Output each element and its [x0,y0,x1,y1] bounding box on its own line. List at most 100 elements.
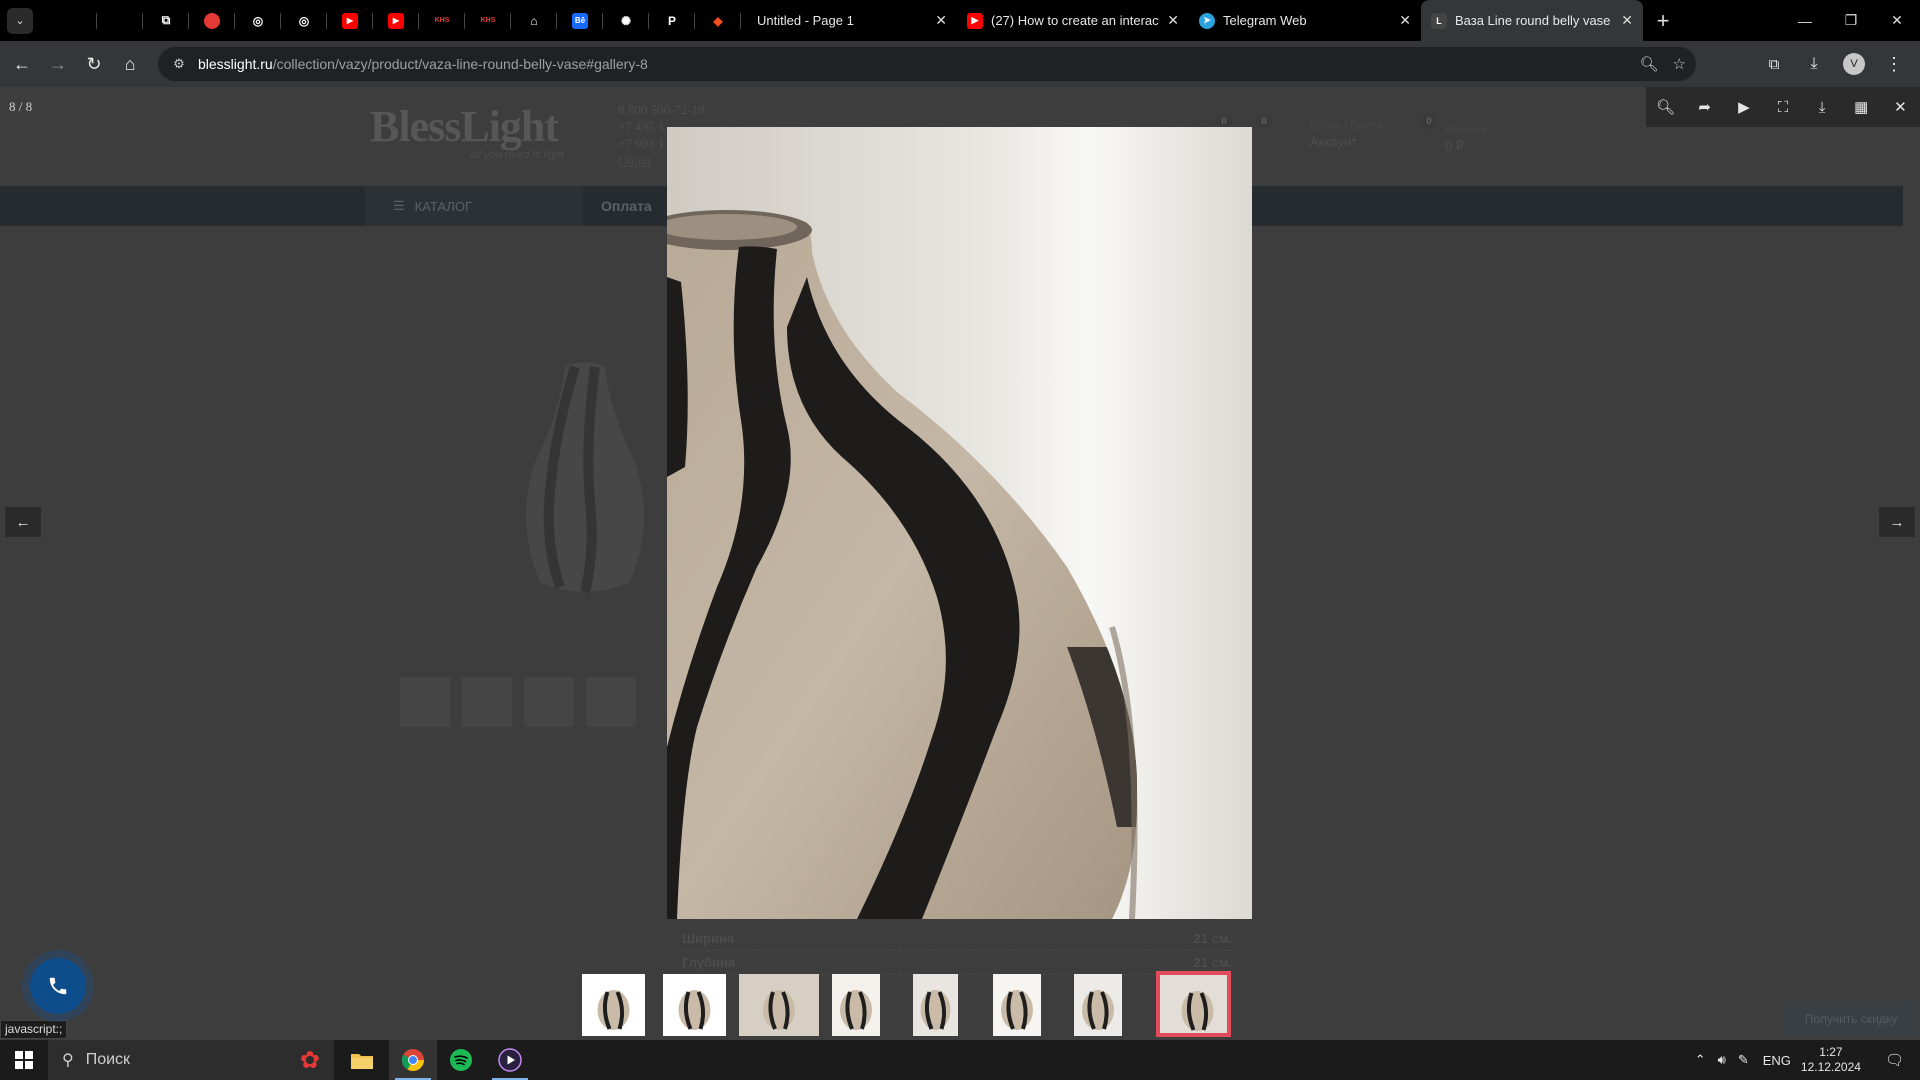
lightbox-main-image[interactable] [667,127,1252,919]
chevron-up-icon[interactable]: ⌃ [1695,1052,1706,1068]
gallery-thumbnail[interactable] [663,974,726,1036]
window-controls: — ❐ ✕ [1782,0,1920,41]
bookmark-star-icon[interactable]: ☆ [1673,55,1686,73]
close-icon[interactable]: ✕ [1167,12,1179,29]
media-player-icon[interactable] [486,1040,534,1080]
zoom-icon[interactable]: 🔍︎ [1651,92,1681,122]
new-tab-button[interactable]: + [1649,7,1677,35]
pen-icon[interactable]: ✎ [1738,1052,1749,1068]
search-icon: ⚲ [62,1052,74,1069]
account-label: Аккаунт [1310,134,1358,149]
gallery-thumbnail[interactable] [1156,971,1231,1037]
notifications-icon[interactable]: 🗨︎ [1885,1051,1904,1069]
pinned-tab[interactable]: ◎ [235,0,281,41]
pinned-tab[interactable]: ◎ [281,0,327,41]
forward-button[interactable]: → [40,46,76,82]
youtube-favicon-icon: ▶ [388,12,404,29]
profile-button[interactable]: V [1836,46,1872,82]
pinned-tab[interactable]: ◆ [695,0,741,41]
tab-untitled[interactable]: Untitled - Page 1 ✕ [747,0,957,41]
gallery-thumbnail[interactable] [832,974,880,1036]
tab-label: Ваза Line round belly vase – к [1455,13,1614,28]
blesslight-favicon-icon: L [1431,12,1447,29]
account-block[interactable]: Войти / Выйти Аккаунт [1310,119,1383,149]
gallery-thumbnail[interactable] [739,974,819,1036]
red-circle-favicon-icon [204,12,220,29]
product-thumbs-bg [400,677,636,727]
spec-value: 21 см. [1193,955,1232,970]
next-image-button[interactable]: → [1879,507,1915,537]
pinned-tab[interactable]: ▶ [327,0,373,41]
site-logo[interactable]: BlessLight [370,101,559,152]
bg-thumb [462,677,512,727]
url-path: /collection/vazy/product/vaza-line-round… [272,56,648,72]
thumbnail-vase-image [840,990,872,1030]
pinned-tab[interactable]: ▶ [373,0,419,41]
pinned-tab[interactable] [189,0,235,41]
pinned-tab[interactable]: ✺ [603,0,649,41]
gallery-thumbnail[interactable] [582,974,645,1036]
tab-youtube-video[interactable]: ▶ (27) How to create an interacti ✕ [957,0,1189,41]
menu-kebab-icon[interactable]: ⋮ [1876,46,1912,82]
behance-favicon-icon: Bē [572,12,588,29]
close-icon[interactable]: ✕ [1621,12,1633,29]
bg-thumb [400,677,450,727]
pinned-tab[interactable] [51,0,97,41]
site-info-icon[interactable]: ⚙ [164,56,194,72]
gallery-thumbnail[interactable] [1074,974,1122,1036]
download-icon[interactable]: ⤓ [1807,92,1837,122]
clock-time: 1:27 [1819,1045,1843,1059]
address-bar[interactable]: ⚙ blesslight.ru/collection/vazy/product/… [158,47,1696,81]
share-icon[interactable]: ➦ [1690,92,1720,122]
account-login-label: Войти / Выйти [1310,120,1383,132]
volume-icon[interactable]: 🔊︎ [1718,1052,1726,1068]
extensions-icon[interactable]: ⧉ [1756,46,1792,82]
close-window-button[interactable]: ✕ [1874,0,1920,41]
zoom-icon[interactable]: 🔍︎ [1640,55,1659,73]
clock[interactable]: 1:27 12.12.2024 [1801,1045,1861,1075]
tab-telegram[interactable]: ➤ Telegram Web ✕ [1189,0,1421,41]
restore-button[interactable]: ❐ [1828,0,1874,41]
pinned-tab[interactable]: P [649,0,695,41]
poinsettia-icon: ✿ [299,1046,320,1074]
pinned-tab[interactable]: ⧉ [143,0,189,41]
url-text[interactable]: blesslight.ru/collection/vazy/product/va… [198,56,648,72]
nav-payment[interactable]: Оплата [601,198,652,214]
pinned-tab[interactable]: ⌂ [511,0,557,41]
callback-button[interactable] [30,958,86,1014]
tab-blesslight-active[interactable]: L Ваза Line round belly vase – к ✕ [1421,0,1643,41]
close-icon[interactable]: ✕ [1885,92,1915,122]
spotify-icon[interactable] [437,1040,485,1080]
close-icon[interactable]: ✕ [935,12,947,29]
get-discount-button[interactable]: Получить скидку [1785,1002,1917,1036]
pinned-tab[interactable]: Bē [557,0,603,41]
gallery-thumbnail[interactable] [993,974,1041,1036]
tab-label: Untitled - Page 1 [757,13,854,28]
thumbnails-grid-icon[interactable]: ▦ [1846,92,1876,122]
fullscreen-icon[interactable]: ⛶ [1768,92,1798,122]
back-button[interactable]: ← [4,46,40,82]
phone-1[interactable]: 8 800 500-72-18 [618,101,712,118]
download-icon[interactable]: ⤓ [1796,46,1832,82]
tab-search-button[interactable]: ⌄ [7,7,33,34]
minimize-button[interactable]: — [1782,0,1828,41]
taskbar-search[interactable]: ⚲ Поиск ✿ [48,1040,334,1080]
file-explorer-icon[interactable] [338,1040,386,1080]
lightbox-thumbnail-strip [575,971,1355,1037]
reload-button[interactable]: ↻ [76,46,112,82]
cart-block[interactable]: Корзина 0 ₽ [1445,123,1487,153]
pinned-tab[interactable]: KHS [419,0,465,41]
pinned-tab[interactable]: KHS [465,0,511,41]
catalog-button[interactable]: ☰ КАТАЛОГ [365,186,583,226]
play-icon[interactable]: ▶ [1729,92,1759,122]
language-indicator[interactable]: ENG [1763,1053,1791,1068]
close-icon[interactable]: ✕ [1399,12,1411,29]
avatar: V [1843,53,1865,75]
gallery-thumbnail[interactable] [913,974,958,1036]
vase-closeup-photo [667,127,1252,919]
home-button[interactable]: ⌂ [112,46,148,82]
previous-image-button[interactable]: ← [5,507,41,537]
pinned-tab[interactable] [97,0,143,41]
chrome-icon[interactable] [389,1040,437,1080]
start-button[interactable] [0,1040,48,1080]
